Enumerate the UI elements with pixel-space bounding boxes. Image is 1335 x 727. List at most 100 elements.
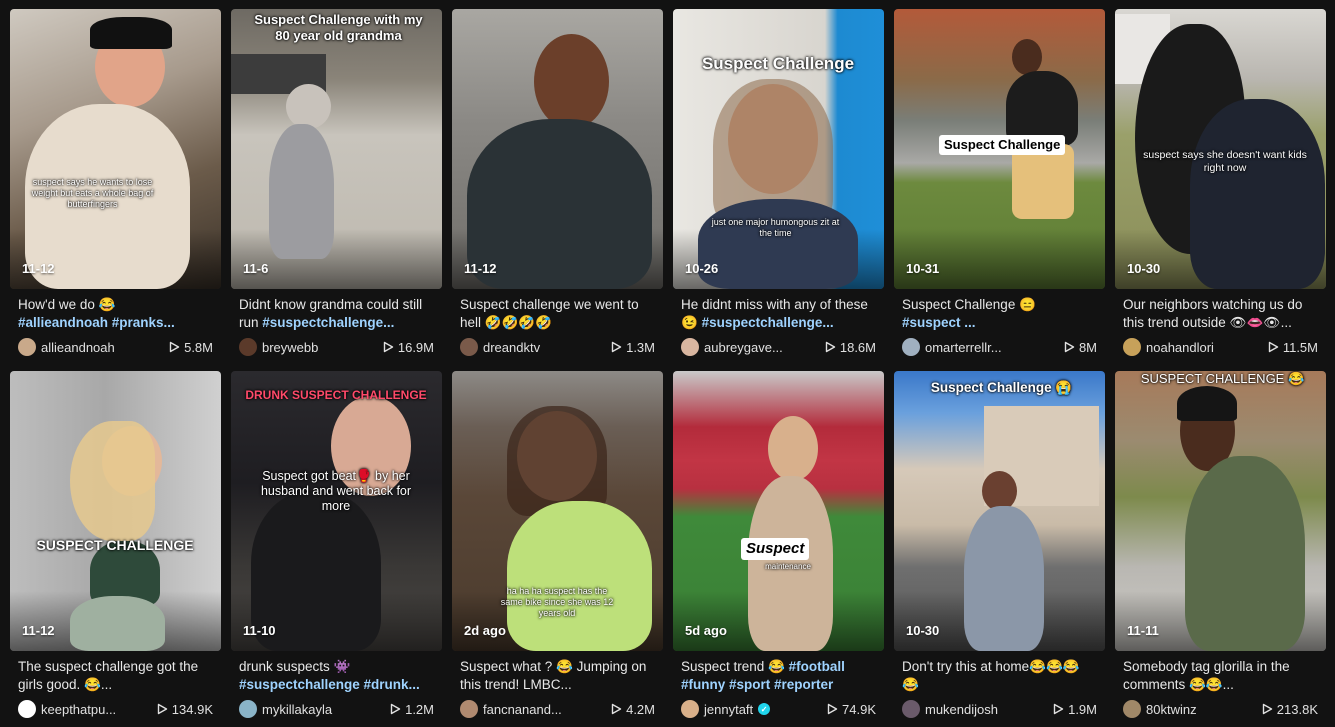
video-card[interactable]: suspect says she doesn't want kids right…	[1115, 9, 1326, 361]
author-name[interactable]: mykillakayla	[262, 702, 332, 717]
author-name[interactable]: mukendijosh	[925, 702, 998, 717]
video-thumbnail[interactable]: suspect says she doesn't want kids right…	[1115, 9, 1326, 289]
author[interactable]: dreandktv	[460, 338, 540, 356]
avatar[interactable]	[681, 338, 699, 356]
video-date: 11-6	[243, 261, 269, 276]
video-thumbnail[interactable]: Suspect maintenance 5d ago	[673, 371, 884, 651]
video-thumbnail[interactable]: SUSPECT CHALLENGE 11-12	[10, 371, 221, 651]
avatar[interactable]	[1123, 338, 1141, 356]
author-name[interactable]: keepthatpu...	[41, 702, 116, 717]
author-name[interactable]: jennytaft	[704, 702, 753, 717]
person-head	[982, 471, 1017, 511]
video-thumbnail[interactable]: Suspect Challenge 10-31	[894, 9, 1105, 289]
video-card[interactable]: DRUNK SUSPECT CHALLENGE Suspect got beat…	[231, 371, 442, 723]
video-overlay-text: ha ha ha suspect has the same bike since…	[500, 586, 614, 618]
video-description[interactable]: Didnt know grandma could still run #susp…	[231, 296, 442, 332]
video-description[interactable]: Suspect what ? 😂 Jumping on this trend! …	[452, 658, 663, 694]
video-description[interactable]: How'd we do 😂 #allieandnoah #pranks...	[10, 296, 221, 332]
video-card[interactable]: Suspect Challenge 10-31 Suspect Challeng…	[894, 9, 1105, 361]
author-name[interactable]: breywebb	[262, 340, 318, 355]
author[interactable]: mykillakayla	[239, 700, 332, 718]
view-count: 16.9M	[383, 340, 434, 355]
avatar[interactable]	[902, 700, 920, 718]
video-thumbnail[interactable]: DRUNK SUSPECT CHALLENGE Suspect got beat…	[231, 371, 442, 651]
author-name[interactable]: dreandktv	[483, 340, 540, 355]
avatar[interactable]	[460, 338, 478, 356]
author[interactable]: omarterrellr...	[902, 338, 1002, 356]
video-description[interactable]: Don't try this at home😂😂😂 😂	[894, 658, 1105, 694]
video-thumbnail[interactable]: ha ha ha suspect has the same bike since…	[452, 371, 663, 651]
author-name[interactable]: aubreygave...	[704, 340, 783, 355]
avatar[interactable]	[18, 700, 36, 718]
avatar[interactable]	[1123, 700, 1141, 718]
avatar[interactable]	[902, 338, 920, 356]
video-date: 10-31	[906, 261, 940, 276]
video-card[interactable]: SUSPECT CHALLENGE 11-12 The suspect chal…	[10, 371, 221, 723]
play-icon	[1262, 703, 1272, 715]
author-name[interactable]: 80ktwinz	[1146, 702, 1197, 717]
video-thumbnail[interactable]: 11-12	[452, 9, 663, 289]
video-description[interactable]: Suspect trend 😂 #football #funny #sport …	[673, 658, 884, 694]
video-description[interactable]: Suspect Challenge 😑 #suspect ...	[894, 296, 1105, 332]
video-description[interactable]: Somebody tag glorilla in the comments 😂😂…	[1115, 658, 1326, 694]
video-description[interactable]: He didnt miss with any of these 😉 #suspe…	[673, 296, 884, 332]
avatar[interactable]	[18, 338, 36, 356]
play-icon	[825, 341, 836, 353]
play-icon	[390, 703, 401, 715]
avatar[interactable]	[681, 700, 699, 718]
video-overlay-subtext: just one major humongous zit at the time	[711, 217, 840, 238]
hashtags[interactable]: #suspectchallenge #drunk...	[239, 677, 420, 692]
video-overlay-text: Suspect Challenge 😭	[930, 380, 1073, 395]
author-name[interactable]: omarterrellr...	[925, 340, 1002, 355]
video-thumbnail[interactable]: Suspect Challenge with my 80 year old gr…	[231, 9, 442, 289]
video-date: 5d ago	[685, 623, 727, 638]
video-thumbnail[interactable]: SUSPECT CHALLENGE 😂 11-11	[1115, 371, 1326, 651]
video-card[interactable]: Suspect Challenge 😭 10-30 Don't try this…	[894, 371, 1105, 723]
video-date: 10-30	[906, 623, 940, 638]
hashtags[interactable]: #suspectchallenge...	[262, 315, 394, 330]
author[interactable]: 80ktwinz	[1123, 700, 1197, 718]
video-description[interactable]: The suspect challenge got the girls good…	[10, 658, 221, 694]
video-card[interactable]: suspect says he wants to lose weight but…	[10, 9, 221, 361]
video-thumbnail[interactable]: suspect says he wants to lose weight but…	[10, 9, 221, 289]
video-card[interactable]: Suspect Challenge just one major humongo…	[673, 9, 884, 361]
author-name[interactable]: allieandnoah	[41, 340, 115, 355]
hashtags[interactable]: #allieandnoah #pranks...	[18, 315, 175, 330]
author[interactable]: allieandnoah	[18, 338, 115, 356]
hashtags[interactable]: #suspect ...	[902, 315, 976, 330]
avatar[interactable]	[239, 700, 257, 718]
person-body	[698, 199, 858, 289]
person-head	[534, 34, 609, 129]
person-hair	[70, 421, 155, 541]
person-body	[964, 506, 1044, 651]
video-thumbnail[interactable]: Suspect Challenge 😭 10-30	[894, 371, 1105, 651]
hashtags[interactable]: #suspectchallenge...	[702, 315, 834, 330]
author[interactable]: fancnanand...	[460, 700, 562, 718]
video-card[interactable]: Suspect Challenge with my 80 year old gr…	[231, 9, 442, 361]
author[interactable]: aubreygave...	[681, 338, 783, 356]
author-name[interactable]: noahandlori	[1146, 340, 1214, 355]
hat	[90, 17, 172, 49]
beanie	[1177, 386, 1237, 421]
view-count: 134.9K	[157, 702, 213, 717]
video-card[interactable]: ha ha ha suspect has the same bike since…	[452, 371, 663, 723]
author[interactable]: mukendijosh	[902, 700, 998, 718]
video-thumbnail[interactable]: Suspect Challenge just one major humongo…	[673, 9, 884, 289]
video-card[interactable]: SUSPECT CHALLENGE 😂 11-11 Somebody tag g…	[1115, 371, 1326, 723]
author[interactable]: keepthatpu...	[18, 700, 116, 718]
avatar[interactable]	[239, 338, 257, 356]
play-icon	[1053, 703, 1064, 715]
video-description[interactable]: Suspect challenge we went to hell 🤣🤣🤣🤣	[452, 296, 663, 332]
author[interactable]: noahandlori	[1123, 338, 1214, 356]
avatar[interactable]	[460, 700, 478, 718]
video-card[interactable]: Suspect maintenance 5d ago Suspect trend…	[673, 371, 884, 723]
video-card[interactable]: 11-12 Suspect challenge we went to hell …	[452, 9, 663, 361]
person-head	[1012, 39, 1042, 75]
video-description[interactable]: drunk suspects 👾 #suspectchallenge #drun…	[231, 658, 442, 694]
author-name[interactable]: fancnanand...	[483, 702, 562, 717]
view-count: 11.5M	[1268, 340, 1318, 355]
author[interactable]: jennytaft ✓	[681, 700, 771, 718]
view-count: 8M	[1064, 340, 1097, 355]
author[interactable]: breywebb	[239, 338, 318, 356]
video-description[interactable]: Our neighbors watching us do this trend …	[1115, 296, 1326, 332]
